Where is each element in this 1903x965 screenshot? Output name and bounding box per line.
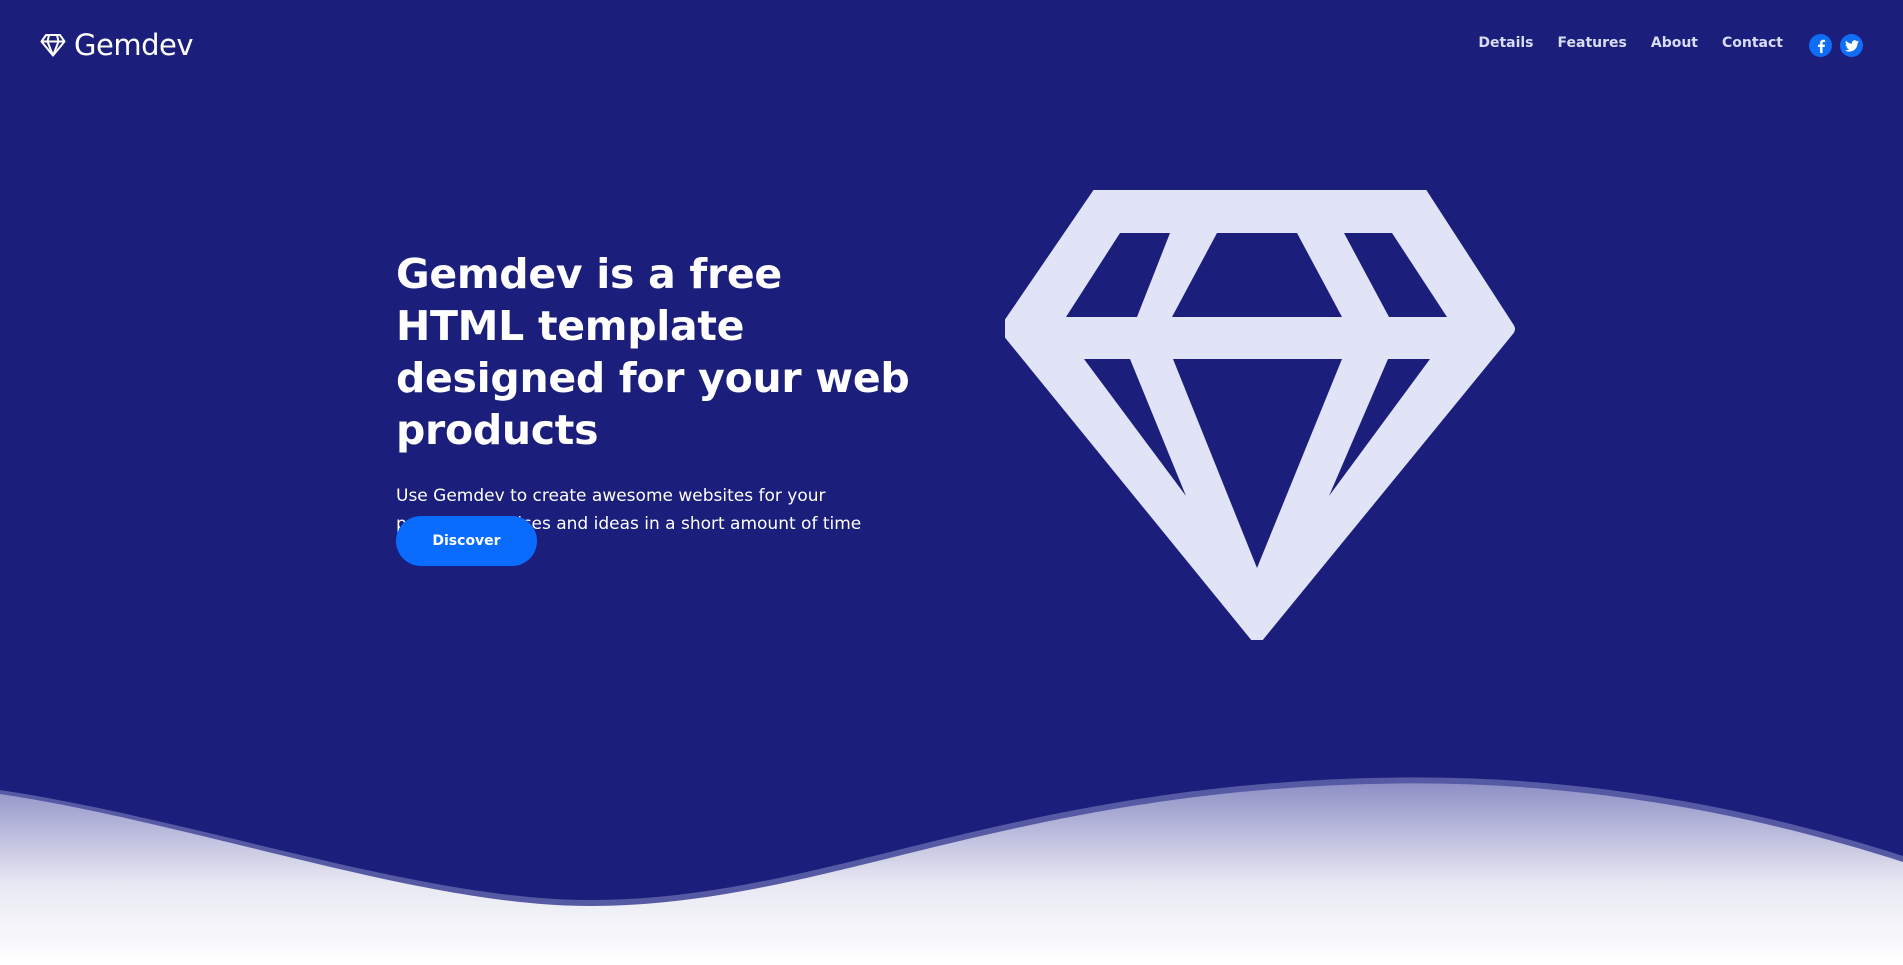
nav-link-about[interactable]: About bbox=[1651, 35, 1698, 51]
twitter-icon[interactable] bbox=[1840, 34, 1863, 57]
diamond-icon bbox=[40, 33, 66, 57]
nav-links: Details Features About Contact bbox=[1478, 35, 1783, 51]
discover-button[interactable]: Discover bbox=[396, 516, 537, 566]
hero-section: Gemdev Details Features About Contact Ge… bbox=[0, 0, 1903, 965]
brand-logo-link[interactable]: Gemdev bbox=[40, 28, 193, 62]
hero-text: Gemdev is a free HTML template designed … bbox=[396, 248, 916, 538]
diamond-icon bbox=[1000, 183, 1515, 644]
nav-link-details[interactable]: Details bbox=[1478, 35, 1533, 51]
navbar: Gemdev Details Features About Contact bbox=[0, 0, 1903, 90]
hero-title: Gemdev is a free HTML template designed … bbox=[396, 250, 910, 454]
social-links bbox=[1809, 34, 1863, 57]
nav-link-features[interactable]: Features bbox=[1558, 35, 1627, 51]
facebook-icon[interactable] bbox=[1809, 34, 1832, 57]
brand-name: Gemdev bbox=[74, 28, 193, 62]
nav-link-contact[interactable]: Contact bbox=[1722, 35, 1783, 51]
wave-divider bbox=[0, 760, 1903, 965]
